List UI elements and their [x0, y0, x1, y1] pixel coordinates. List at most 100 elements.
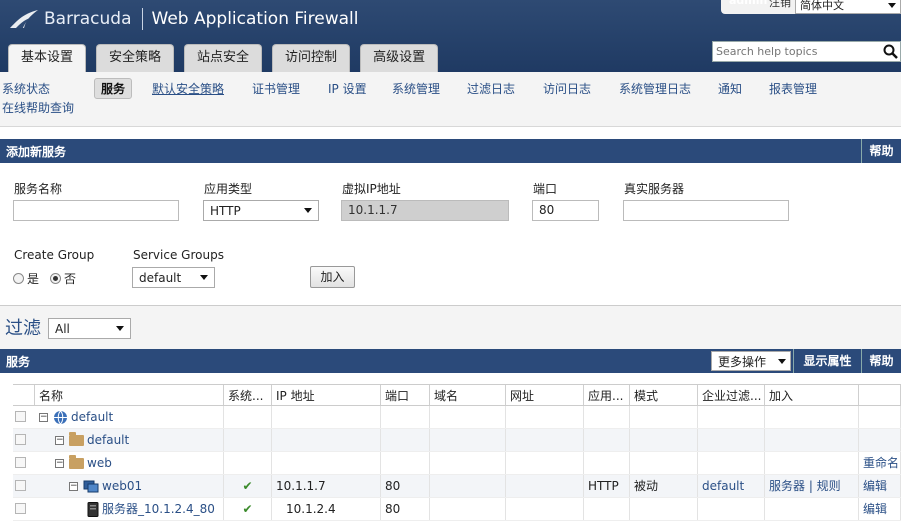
- logout-link[interactable]: 注销: [769, 0, 791, 10]
- service-name-input[interactable]: [13, 200, 179, 221]
- app-cell: [584, 406, 630, 428]
- radio-yes-circle[interactable]: [13, 273, 24, 284]
- create-group-no-radio[interactable]: 否: [50, 270, 76, 287]
- tab-basic-settings[interactable]: 基本设置: [8, 44, 87, 73]
- col-ip[interactable]: IP 地址: [272, 385, 381, 405]
- subnav-services[interactable]: 服务: [94, 78, 133, 99]
- col-enterprise-filter[interactable]: 企业过滤...: [698, 385, 765, 405]
- search-icon[interactable]: [883, 44, 898, 59]
- subnav-ip-settings[interactable]: IP 设置: [328, 80, 367, 97]
- language-value: 简体中文: [800, 0, 844, 12]
- filter-cell: [698, 429, 765, 451]
- collapse-toggle[interactable]: −: [55, 436, 64, 445]
- search-input[interactable]: [713, 42, 873, 61]
- ip-cell: 10.1.1.7: [272, 475, 381, 497]
- sub-navigation: 系统状态 服务 默认安全策略 证书管理 IP 设置 系统管理 过滤日志 访问日志…: [0, 72, 901, 127]
- filter-cell: [698, 452, 765, 474]
- enterprise-filter-link[interactable]: default: [698, 475, 765, 497]
- subnav-cert-management[interactable]: 证书管理: [252, 80, 300, 97]
- row-checkbox[interactable]: [15, 457, 26, 468]
- table-row[interactable]: 服务器_10.1.2.4_80 ✔ 10.1.2.4 80 编辑: [13, 498, 901, 521]
- collapse-toggle[interactable]: −: [55, 459, 64, 468]
- col-mode[interactable]: 模式: [630, 385, 698, 405]
- filter-bar: 过滤 All: [0, 306, 901, 350]
- domain-cell: [430, 429, 506, 451]
- port-input[interactable]: 80: [532, 200, 599, 221]
- col-system[interactable]: 系统...: [224, 385, 272, 405]
- tab-access-control[interactable]: 访问控制: [272, 44, 351, 72]
- row-name[interactable]: web01: [102, 479, 142, 493]
- name-cell: − web01: [35, 475, 224, 497]
- row-name[interactable]: web: [87, 456, 112, 470]
- create-group-yes-radio[interactable]: 是: [13, 270, 39, 287]
- service-groups-select[interactable]: default: [132, 267, 215, 288]
- row-checkbox[interactable]: [15, 411, 26, 422]
- services-header: 服务 更多操作 显示属性 帮助: [0, 349, 901, 373]
- subnav-access-log[interactable]: 访问日志: [543, 80, 591, 97]
- language-select[interactable]: 简体中文: [795, 0, 901, 14]
- app-cell: [584, 452, 630, 474]
- services-help-button[interactable]: 帮助: [861, 349, 901, 373]
- rename-link[interactable]: 重命名: [859, 452, 901, 474]
- row-name[interactable]: default: [87, 433, 129, 447]
- col-name[interactable]: 名称: [35, 385, 224, 405]
- subnav-default-policy[interactable]: 默认安全策略: [152, 80, 224, 97]
- col-app[interactable]: 应用...: [584, 385, 630, 405]
- col-url[interactable]: 网址: [506, 385, 584, 405]
- app-cell: [584, 498, 630, 520]
- real-server-input[interactable]: [623, 200, 789, 221]
- table-row[interactable]: − web01 ✔ 10.1.1.7 80 HTTP 被动 default 服务器…: [13, 475, 901, 498]
- add-button[interactable]: 加入: [310, 266, 355, 288]
- subnav-filter-log[interactable]: 过滤日志: [467, 80, 515, 97]
- brand-name: Barracuda: [44, 9, 132, 29]
- help-search[interactable]: [712, 41, 901, 62]
- subnav-system-status[interactable]: 系统状态: [2, 80, 50, 97]
- filter-value: All: [55, 321, 70, 336]
- table-row[interactable]: − web 重命名: [13, 452, 901, 475]
- table-row[interactable]: − default: [13, 406, 901, 429]
- subnav-online-help[interactable]: 在线帮助查询: [2, 99, 74, 116]
- tab-site-security[interactable]: 站点安全: [184, 44, 263, 72]
- edit-link[interactable]: 编辑: [859, 475, 901, 497]
- show-properties-button[interactable]: 显示属性: [793, 349, 861, 373]
- subnav-system-management[interactable]: 系统管理: [392, 80, 440, 97]
- folder-icon: [69, 432, 84, 446]
- services-table: 名称 系统... IP 地址 端口 域名 网址 应用... 模式 企业过滤...…: [13, 384, 901, 521]
- collapse-toggle[interactable]: −: [69, 482, 78, 491]
- subnav-notifications[interactable]: 通知: [718, 80, 742, 97]
- col-join[interactable]: 加入: [765, 385, 859, 405]
- app-type-select[interactable]: HTTP: [203, 200, 319, 221]
- filter-select[interactable]: All: [48, 318, 131, 339]
- row-name[interactable]: 服务器_10.1.2.4_80: [102, 502, 215, 516]
- filter-cell: [698, 406, 765, 428]
- port-cell: [381, 406, 430, 428]
- col-domain[interactable]: 域名: [430, 385, 506, 405]
- join-links[interactable]: 服务器 | 规则: [765, 475, 859, 497]
- virtual-ip-input[interactable]: 10.1.1.7: [341, 200, 509, 221]
- row-name[interactable]: default: [71, 410, 113, 424]
- url-cell: [506, 452, 584, 474]
- header-checkbox-col: [13, 385, 35, 405]
- port-cell: [381, 452, 430, 474]
- subnav-admin-log[interactable]: 系统管理日志: [619, 80, 691, 97]
- subnav-reports[interactable]: 报表管理: [769, 80, 817, 97]
- col-port[interactable]: 端口: [381, 385, 430, 405]
- folder-icon: [69, 455, 84, 469]
- edit-link[interactable]: 编辑: [859, 498, 901, 520]
- more-actions-select[interactable]: 更多操作: [711, 351, 791, 371]
- app-cell: HTTP: [584, 475, 630, 497]
- url-cell: [506, 429, 584, 451]
- add-service-help-button[interactable]: 帮助: [861, 139, 901, 163]
- tab-advanced-settings[interactable]: 高级设置: [360, 44, 439, 72]
- barracuda-bird-icon: [10, 10, 38, 28]
- row-checkbox[interactable]: [15, 480, 26, 491]
- row-checkbox[interactable]: [15, 434, 26, 445]
- table-row[interactable]: − default: [13, 429, 901, 452]
- row-checkbox[interactable]: [15, 503, 26, 514]
- tab-security-policy[interactable]: 安全策略: [96, 44, 175, 72]
- join-cell: [765, 498, 859, 520]
- collapse-toggle[interactable]: −: [39, 413, 48, 422]
- chevron-down-icon: [304, 208, 312, 213]
- product-name: Web Application Firewall: [151, 9, 359, 29]
- radio-no-circle[interactable]: [50, 273, 61, 284]
